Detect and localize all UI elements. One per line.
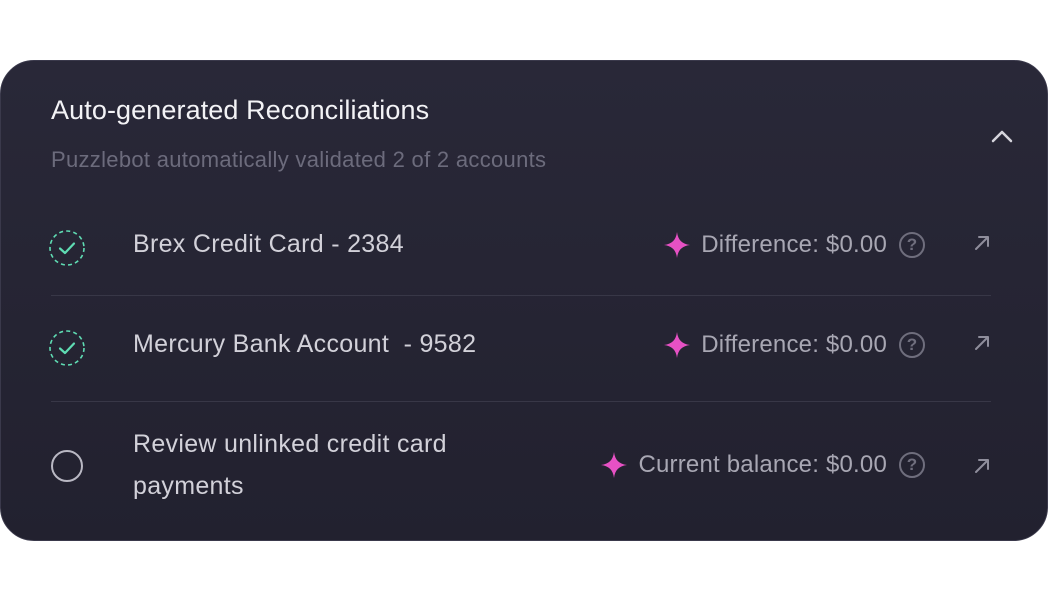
row-label: Mercury Bank Account - 9582	[133, 330, 477, 358]
open-row-button[interactable]	[967, 328, 997, 358]
row-metric-text: Current balance: $0.00	[638, 451, 887, 478]
sparkle-icon	[664, 232, 691, 258]
chevron-up-icon	[991, 130, 1013, 143]
question-circle-icon[interactable]: ?	[899, 232, 925, 258]
row-metric: Current balance: $0.00 ?	[600, 451, 925, 479]
sparkle-icon	[601, 452, 628, 478]
dashed-check-circle-icon	[49, 330, 85, 366]
question-circle-icon[interactable]: ?	[899, 332, 925, 358]
reconciliation-row-mercury[interactable]: Mercury Bank Account - 9582 Difference: …	[49, 295, 991, 401]
row-metric-text: Difference: $0.00	[701, 331, 887, 358]
card-title: Auto-generated Reconciliations	[51, 95, 430, 125]
collapse-button[interactable]	[985, 121, 1019, 151]
arrow-up-right-icon	[975, 336, 989, 350]
row-label: Brex Credit Card - 2384	[133, 230, 404, 258]
reconciliations-card: Auto-generated Reconciliations Puzzlebot…	[0, 60, 1048, 541]
row-metric-text: Difference: $0.00	[701, 231, 887, 258]
row-metric: Difference: $0.00 ?	[663, 331, 925, 359]
reconciliation-row-brex[interactable]: Brex Credit Card - 2384 Difference: $0.0…	[49, 201, 991, 295]
row-label: Review unlinked credit card payments	[133, 430, 447, 500]
card-subtitle: Puzzlebot automatically validated 2 of 2…	[51, 147, 547, 172]
question-circle-icon[interactable]: ?	[899, 452, 925, 478]
open-row-button[interactable]	[967, 451, 997, 481]
sparkle-icon	[664, 332, 691, 358]
empty-circle-icon	[51, 450, 83, 482]
dashed-check-circle-icon	[49, 230, 85, 266]
arrow-up-right-icon	[975, 236, 989, 250]
row-metric: Difference: $0.00 ?	[663, 231, 925, 259]
open-row-button[interactable]	[967, 228, 997, 258]
reconciliation-row-unlinked-payments[interactable]: Review unlinked credit card payments Cur…	[51, 401, 991, 531]
arrow-up-right-icon	[975, 459, 989, 473]
